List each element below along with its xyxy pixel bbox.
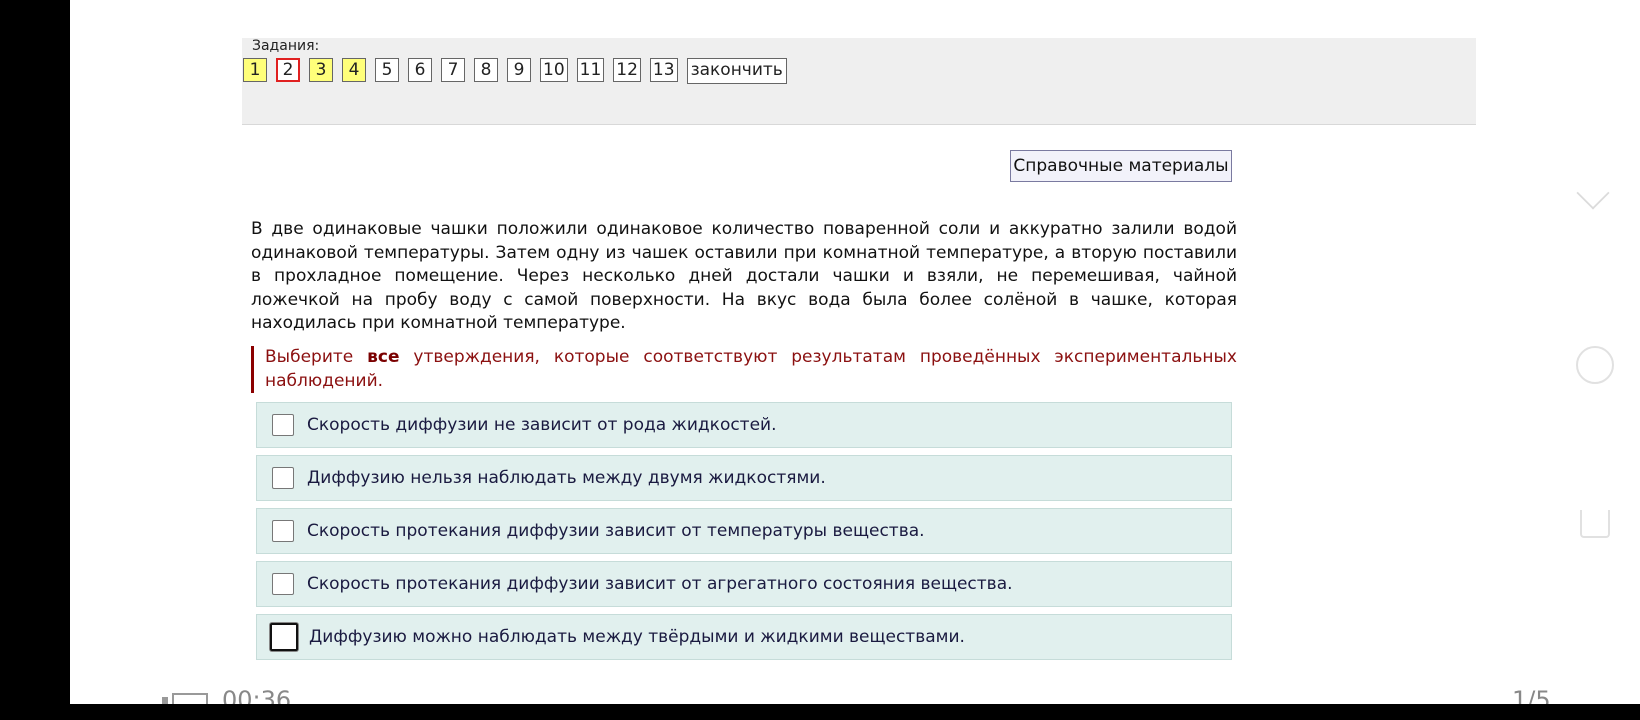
answer-option-4[interactable]: Скорость протекания диффузии зависит от …: [256, 561, 1232, 607]
bottom-black-band: [0, 704, 1640, 720]
answer-option-3[interactable]: Скорость протекания диффузии зависит от …: [256, 508, 1232, 554]
option-label-4: Скорость протекания диффузии зависит от …: [307, 574, 1013, 594]
task-navigation-panel: Задания: 1 2 3 4 5 6 7 8 9 10 11 12 13 з…: [242, 38, 1476, 125]
option-label-5: Диффузию можно наблюдать между твёрдыми …: [309, 627, 965, 647]
answer-option-5[interactable]: Диффузию можно наблюдать между твёрдыми …: [256, 614, 1232, 660]
option-label-2: Диффузию нельзя наблюдать между двумя жи…: [307, 468, 826, 488]
question-text: В две одинаковые чашки положили одинаков…: [251, 219, 1237, 333]
task-button-9[interactable]: 9: [507, 58, 531, 82]
instruction-bold: все: [367, 347, 400, 367]
instruction-before: Выберите: [265, 347, 368, 367]
task-button-6[interactable]: 6: [408, 58, 432, 82]
answer-option-2[interactable]: Диффузию нельзя наблюдать между двумя жи…: [256, 455, 1232, 501]
option-label-1: Скорость диффузии не зависит от рода жид…: [307, 415, 777, 435]
task-button-3[interactable]: 3: [309, 58, 333, 82]
answer-options: Скорость диффузии не зависит от рода жид…: [256, 402, 1232, 667]
checkbox-option-2[interactable]: [272, 467, 294, 489]
left-black-border: [0, 0, 70, 720]
back-chevron-icon[interactable]: [1576, 176, 1610, 210]
option-label-3: Скорость протекания диффузии зависит от …: [307, 521, 925, 541]
task-button-12[interactable]: 12: [613, 58, 641, 82]
answer-option-1[interactable]: Скорость диффузии не зависит от рода жид…: [256, 402, 1232, 448]
checkbox-option-5[interactable]: [270, 623, 298, 651]
task-button-10[interactable]: 10: [540, 58, 568, 82]
home-circle-icon[interactable]: [1576, 346, 1614, 384]
task-button-4[interactable]: 4: [342, 58, 366, 82]
instruction-after: утверждения, которые соответствуют резул…: [265, 347, 1237, 391]
instruction-text: Выберите все утверждения, которые соотве…: [251, 346, 1237, 393]
task-button-5[interactable]: 5: [375, 58, 399, 82]
task-button-1[interactable]: 1: [243, 58, 267, 82]
task-button-7[interactable]: 7: [441, 58, 465, 82]
task-button-11[interactable]: 11: [576, 58, 605, 82]
task-buttons-row: 1 2 3 4 5 6 7 8 9 10 11 12 13 закончить: [243, 58, 787, 84]
tasks-label: Задания:: [252, 38, 320, 54]
checkbox-option-4[interactable]: [272, 573, 294, 595]
recent-apps-icon[interactable]: [1580, 510, 1610, 538]
task-button-13[interactable]: 13: [649, 58, 678, 82]
finish-button[interactable]: закончить: [686, 58, 787, 84]
checkbox-option-1[interactable]: [272, 414, 294, 436]
checkbox-option-3[interactable]: [272, 520, 294, 542]
task-button-8[interactable]: 8: [474, 58, 498, 82]
reference-materials-button[interactable]: Справочные материалы: [1010, 150, 1232, 182]
task-button-2[interactable]: 2: [276, 58, 300, 82]
